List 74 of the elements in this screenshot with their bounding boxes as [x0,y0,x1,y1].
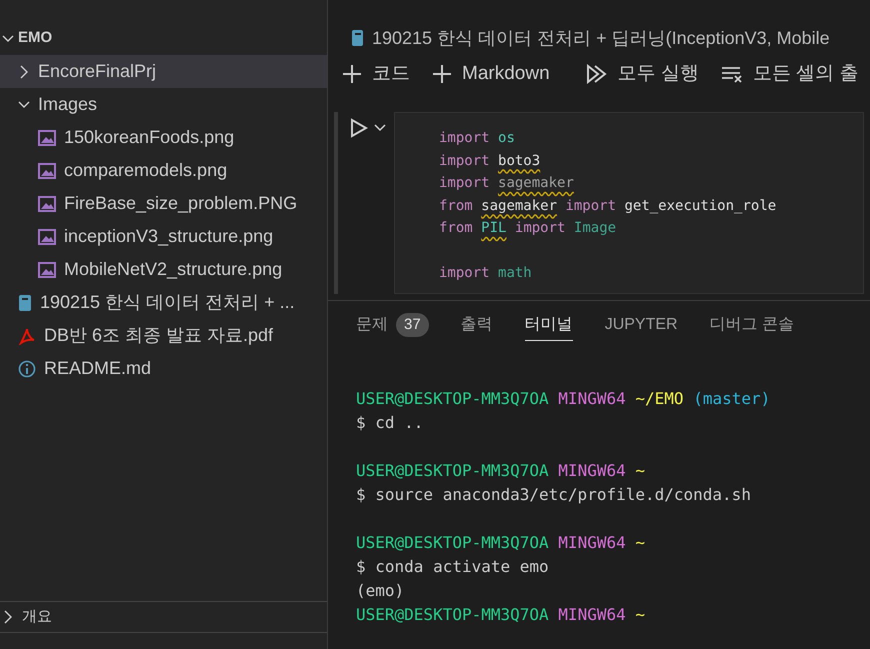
terminal-text: MINGW64 [558,533,626,552]
code-token: os [498,130,515,146]
tree-item[interactable]: inceptionV3_structure.png [0,220,327,253]
info-icon [18,360,36,378]
image-icon [38,196,56,212]
toolbar-button[interactable]: 모든 셀의 출 [720,60,858,88]
tree-item[interactable]: README.md [0,352,327,385]
terminal-text: USER@DESKTOP-MM3Q7OA [356,533,549,552]
panel-tab[interactable]: 디버그 콘솔 [710,309,794,341]
notebook-tab-title[interactable]: 190215 한식 데이터 전처리 + 딥러닝(InceptionV3, Mobile [372,24,830,52]
terminal-text: $ source anaconda3/etc/profile.d/conda.sh [356,485,751,504]
toolbar-button[interactable]: Markdown [432,60,550,88]
terminal-text: (emo) [356,581,404,600]
code-keyword: from [439,220,473,236]
terminal-text: USER@DESKTOP-MM3Q7OA [356,605,549,624]
terminal-text: MINGW64 [558,389,626,408]
code-token: boto3 [498,152,540,168]
code-keyword: import [439,265,490,281]
code-keyword: import [514,220,566,236]
tree-item[interactable]: EncoreFinalPrj [0,55,327,88]
chevron-right-icon[interactable] [2,610,14,624]
toolbar-button[interactable]: 코드 [342,60,410,88]
code-token: Image [574,220,616,236]
terminal-text: ~ [635,533,646,552]
pdf-icon [18,326,36,344]
tree-item[interactable]: FireBase_size_problem.PNG [0,187,327,220]
code-token: math [498,265,532,281]
chevron-down-icon[interactable] [374,124,386,132]
tree-item[interactable]: 150koreanFoods.png [0,121,327,154]
panel-tab[interactable]: JUPYTER [604,309,678,341]
count-badge: 37 [396,312,429,336]
image-icon [38,228,56,244]
tree-item[interactable]: 190215 한식 데이터 전처리 + ... [0,286,327,319]
tree-item[interactable]: comparemodels.png [0,154,327,187]
terminal-text: USER@DESKTOP-MM3Q7OA [356,461,549,480]
code-token: sagemaker [498,175,574,191]
folder-row[interactable]: EMO [0,22,327,55]
terminal-text: $ cd .. [356,413,424,432]
image-icon [38,262,56,278]
section-header[interactable]: 개요 [0,601,327,632]
plus-icon [342,64,362,84]
terminal-text: MINGW64 [558,461,626,480]
notebook-icon [352,30,364,46]
tree-item[interactable]: Images [0,88,327,121]
terminal-text: ~ [635,461,646,480]
toolbar-button[interactable]: 모두 실행 [586,60,699,88]
terminal-text: ~/EMO [635,389,684,408]
code-token: sagemaker [481,198,558,214]
terminal-text: USER@DESKTOP-MM3Q7OA [356,389,549,408]
terminal-text: ~ [635,605,646,624]
terminal-text: MINGW64 [558,605,626,624]
run-cell-icon[interactable] [350,118,368,138]
image-icon [38,130,56,146]
tree-item[interactable]: MobileNetV2_structure.png [0,253,327,286]
code-keyword: import [565,198,616,214]
terminal-text: $ conda activate emo [356,557,549,576]
code-cell[interactable]: import os import boto3 import sagemaker from sagemaker import get_execution_role from PIL import Image import math [394,112,864,294]
plus-icon [432,64,452,84]
code-token: get_execution_role [624,198,776,214]
code-keyword: import [439,130,490,146]
panel-tab[interactable]: 문제 37 [356,309,429,341]
image-icon [38,162,56,178]
panel-tab[interactable]: 출력 [460,309,493,341]
chevron-right-icon[interactable] [18,64,30,78]
clear-outputs-icon [720,65,743,83]
code-token: PIL [481,220,506,236]
code-keyword: import [439,175,490,191]
notebook-icon [18,294,32,312]
code-keyword: from [439,198,473,214]
run-all-icon [586,64,608,84]
panel-tab[interactable]: 터미널 [524,309,573,341]
code-keyword: import [439,152,490,168]
tree-item[interactable]: DB반 6조 최종 발표 자료.pdf [0,319,327,352]
terminal-text: (master) [693,389,770,408]
